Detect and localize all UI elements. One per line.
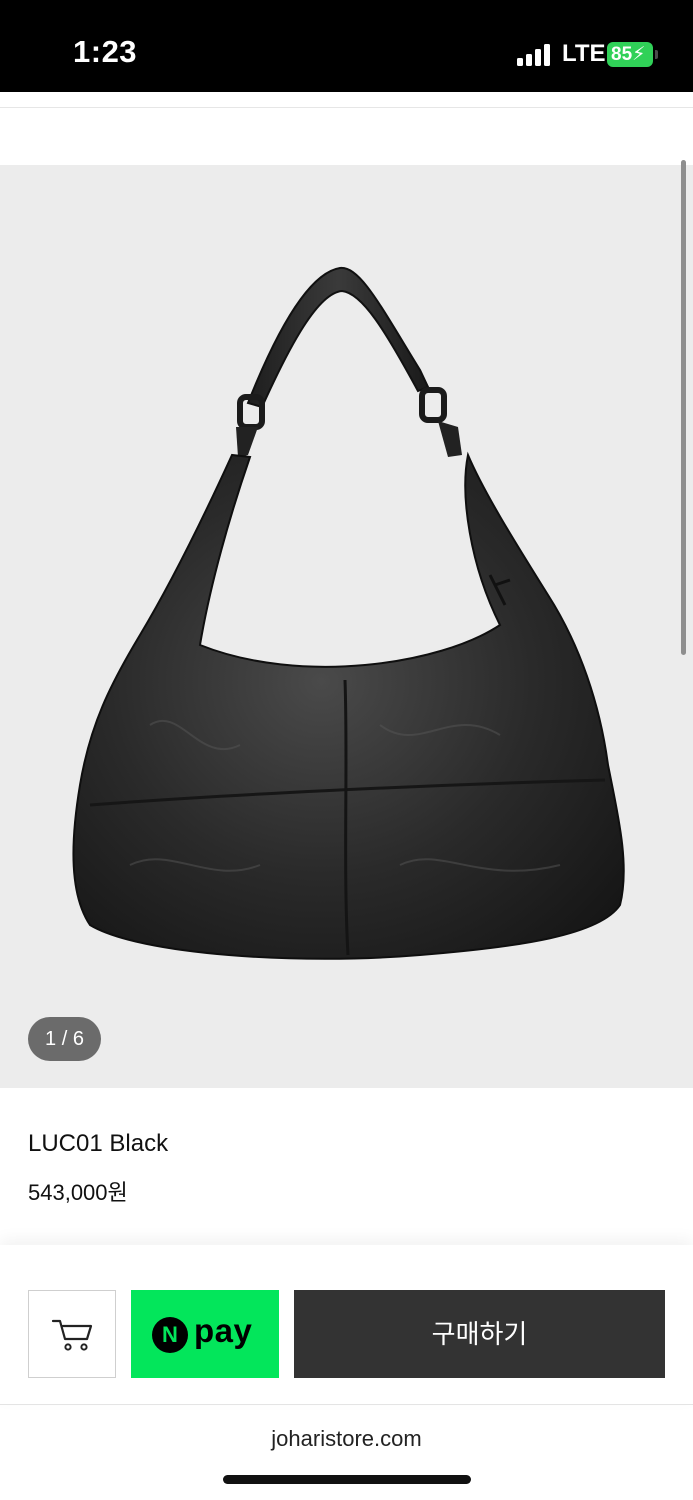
- signal-icon: [517, 44, 553, 66]
- product-image-gallery[interactable]: [0, 165, 693, 1088]
- status-time: 1:23: [73, 34, 138, 69]
- add-to-cart-button[interactable]: [28, 1290, 116, 1378]
- npay-logo-icon: N: [152, 1317, 188, 1353]
- battery-cap: [655, 50, 658, 59]
- battery-icon: 85⚡: [607, 42, 653, 67]
- npay-label: pay: [194, 1312, 253, 1349]
- browser-url[interactable]: joharistore.com: [0, 1426, 693, 1452]
- product-price: 543,000원: [28, 1180, 128, 1205]
- charging-bolt-icon: ⚡: [632, 44, 646, 65]
- network-type: LTE: [562, 40, 606, 67]
- home-indicator[interactable]: [223, 1475, 471, 1484]
- product-name: LUC01 Black: [28, 1130, 169, 1157]
- image-counter-badge: 1 / 6: [28, 1017, 101, 1061]
- scrollbar[interactable]: [681, 160, 686, 655]
- bag-image: [72, 266, 625, 960]
- battery-level: 85: [611, 44, 633, 65]
- cart-icon: [51, 1319, 93, 1351]
- header-divider: [0, 107, 693, 108]
- buy-now-button[interactable]: 구매하기: [294, 1290, 665, 1378]
- browser-bar-divider: [0, 1404, 693, 1405]
- status-bar: 1:23 LTE 85⚡: [0, 0, 693, 92]
- npay-button[interactable]: N pay: [131, 1290, 279, 1378]
